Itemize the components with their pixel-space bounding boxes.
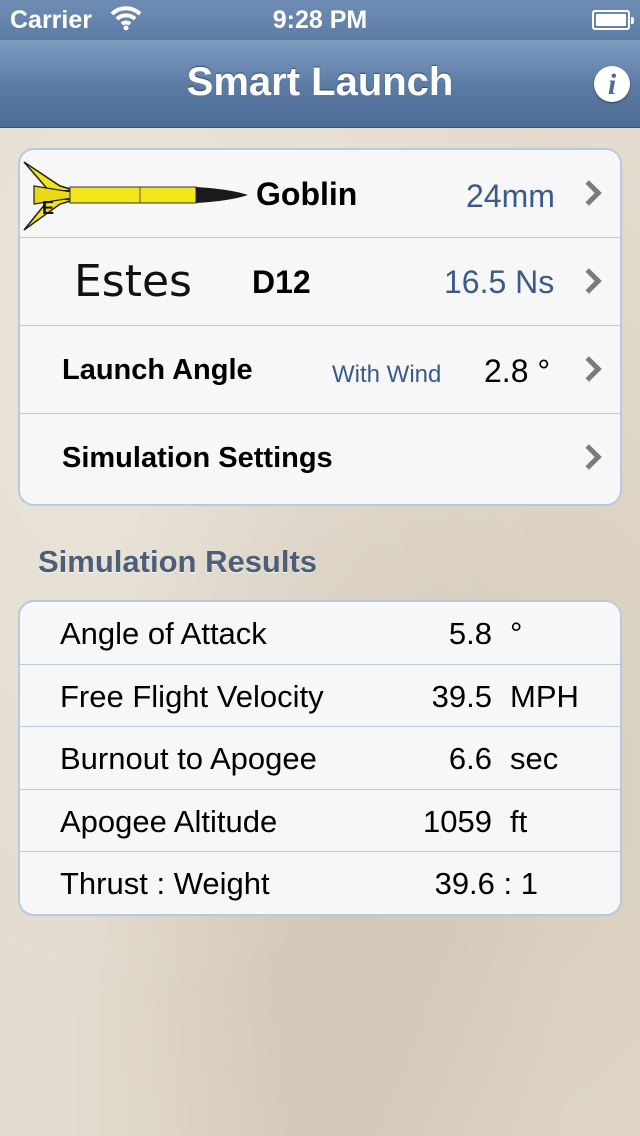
simulation-results-group: Angle of Attack 5.8 ° Free Flight Veloci… [18,600,622,916]
page-title: Smart Launch [186,60,454,104]
result-value: 1059 [423,803,492,839]
result-unit: MPH [510,678,579,714]
result-label: Thrust : Weight [60,866,270,901]
motor-impulse: 16.5 Ns [444,264,555,300]
chevron-right-icon [576,268,602,294]
navigation-bar: Smart Launch i [0,40,640,128]
status-bar: Carrier 9:28 PM [0,0,640,40]
result-unit: ft [510,803,528,839]
simulation-settings-label: Simulation Settings [62,442,333,474]
launch-settings-group: E Goblin 24mm Estes D12 16.5 Ns Launch A… [18,148,622,506]
motor-manufacturer: Estes [74,256,192,307]
motor-row[interactable]: Estes D12 16.5 Ns [20,238,620,326]
result-unit: sec [510,741,559,776]
result-row: Burnout to Apogee 6.6 sec [20,727,620,790]
section-header: Simulation Results [38,544,318,579]
chevron-right-icon [576,180,602,206]
result-label: Burnout to Apogee [60,741,317,776]
result-row: Angle of Attack 5.8 ° [20,602,620,665]
result-row: Apogee Altitude 1059 ft [20,790,620,852]
launch-angle-label: Launch Angle [62,354,253,386]
battery-icon [592,10,634,30]
rocket-row[interactable]: E Goblin 24mm [20,150,620,238]
result-label: Apogee Altitude [60,803,278,839]
result-row: Free Flight Velocity 39.5 MPH [20,665,620,727]
info-icon[interactable]: i [594,66,630,102]
result-row: Thrust : Weight 39.6 : 1 [20,852,620,914]
simulation-settings-row[interactable]: Simulation Settings [20,414,620,502]
launch-angle-value: 2.8 ° [484,353,551,389]
rocket-diameter: 24mm [466,178,555,214]
result-value: 6.6 [448,741,492,776]
chevron-right-icon [576,444,602,470]
status-time: 9:28 PM [272,6,368,34]
result-unit: ° [510,616,523,651]
result-value: 39.6 : 1 [434,866,538,901]
result-value: 5.8 [448,616,492,651]
rocket-image: E [23,161,248,231]
chevron-right-icon [576,356,602,382]
result-label: Free Flight Velocity [60,678,324,714]
wind-mode: With Wind [332,361,442,388]
rocket-name: Goblin [256,176,358,212]
motor-designation: D12 [252,264,311,300]
result-label: Angle of Attack [60,616,267,651]
result-value: 39.5 [431,678,492,714]
launch-angle-row[interactable]: Launch Angle With Wind 2.8 ° [20,326,620,414]
svg-text:E: E [42,198,54,218]
